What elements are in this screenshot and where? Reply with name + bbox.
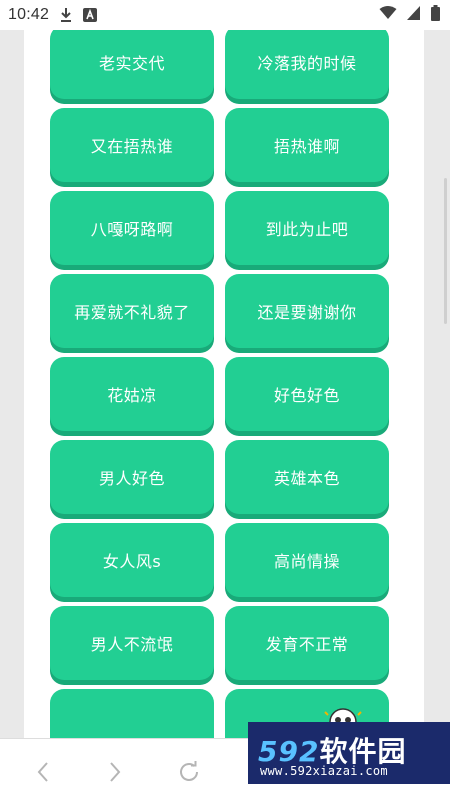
phrase-button[interactable]: 到此为止吧 xyxy=(225,191,389,265)
phrase-button[interactable]: 发育不正常 xyxy=(225,606,389,680)
phrase-button[interactable]: 英雄本色 xyxy=(225,440,389,514)
signal-icon xyxy=(407,6,421,24)
phrase-button[interactable]: 高尚情操 xyxy=(225,523,389,597)
back-icon[interactable] xyxy=(28,757,58,787)
phrase-button[interactable]: 捂热谁啊 xyxy=(225,108,389,182)
phrase-button[interactable]: 再爱就不礼貌了 xyxy=(50,274,214,348)
phrase-button[interactable]: 好色好色 xyxy=(225,357,389,431)
phrase-button[interactable]: 男人不流氓 xyxy=(50,606,214,680)
scrollbar-thumb[interactable] xyxy=(444,178,447,324)
refresh-icon[interactable] xyxy=(174,757,204,787)
button-grid: 老实交代 冷落我的时候 又在捂热谁 捂热谁啊 八嘎呀路啊 到此为止吧 再爱就不礼… xyxy=(50,30,390,738)
phrase-button[interactable]: 女人风s xyxy=(50,523,214,597)
phrase-button[interactable]: 还是要谢谢你 xyxy=(225,274,389,348)
content-page: 老实交代 冷落我的时候 又在捂热谁 捂热谁啊 八嘎呀路啊 到此为止吧 再爱就不礼… xyxy=(24,30,424,738)
watermark-logo: 592软件园 www.592xiazai.com xyxy=(248,722,450,784)
forward-icon[interactable] xyxy=(100,757,130,787)
phrase-button[interactable]: 冷落我的时候 xyxy=(225,30,389,99)
wifi-icon xyxy=(379,6,397,24)
phrase-button[interactable]: 男人好色 xyxy=(50,440,214,514)
phrase-button[interactable] xyxy=(50,689,214,738)
status-bar: 10:42 xyxy=(0,0,450,30)
battery-icon xyxy=(431,5,440,25)
phrase-button[interactable]: 老实交代 xyxy=(50,30,214,99)
a-box-icon xyxy=(83,8,98,22)
phrase-button[interactable]: 又在捂热谁 xyxy=(50,108,214,182)
download-icon xyxy=(59,7,73,23)
status-time: 10:42 xyxy=(8,6,50,23)
phrase-button[interactable]: 八嘎呀路啊 xyxy=(50,191,214,265)
watermark-url: www.592xiazai.com xyxy=(260,764,388,778)
phrase-button[interactable]: 花姑凉 xyxy=(50,357,214,431)
